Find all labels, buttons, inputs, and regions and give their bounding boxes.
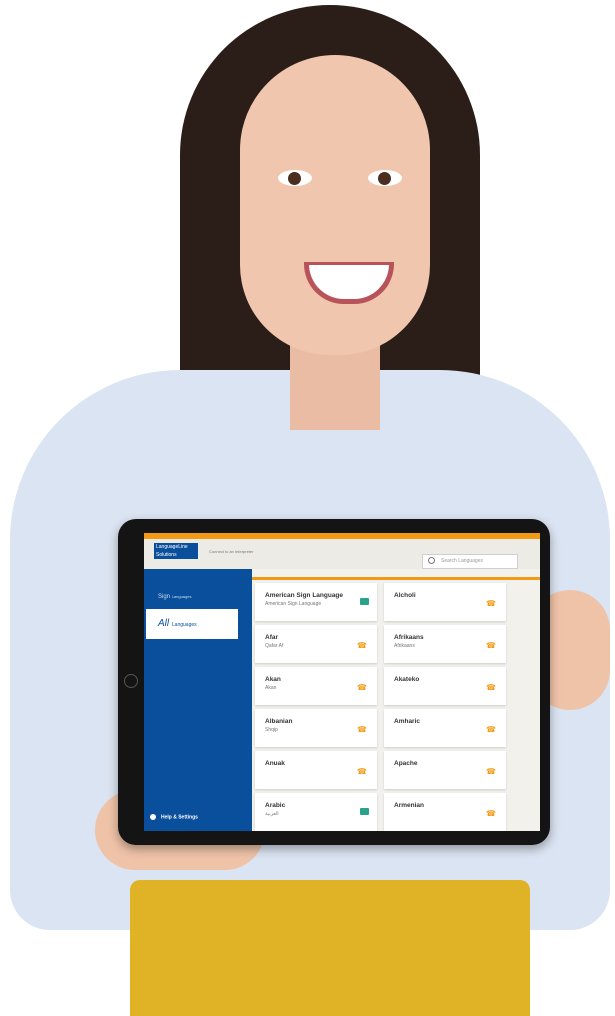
language-card[interactable]: Apache ☎: [384, 751, 506, 789]
language-name: Akan: [265, 676, 281, 683]
language-name: Apache: [394, 760, 418, 767]
help-settings-button[interactable]: Help & Settings: [150, 814, 198, 820]
language-native-name: American Sign Language: [265, 601, 322, 607]
phone-call-icon[interactable]: ☎: [486, 599, 496, 608]
app-screen: LanguageLine Solutions Connect to an Int…: [144, 533, 540, 831]
language-name: Armenian: [394, 802, 424, 809]
language-name: American Sign Language: [265, 592, 344, 599]
header-rule: [252, 577, 540, 580]
sidebar-item-label: Sign: [158, 594, 171, 600]
language-grid: American Sign Language American Sign Lang…: [255, 583, 539, 831]
language-card[interactable]: Alcholi ☎: [384, 583, 506, 621]
phone-call-icon[interactable]: ☎: [486, 767, 496, 776]
phone-call-icon[interactable]: ☎: [486, 641, 496, 650]
language-card[interactable]: Afrikaans Afrikaans ☎: [384, 625, 506, 663]
language-name: Afar: [265, 634, 279, 641]
phone-call-icon[interactable]: ☎: [357, 683, 367, 692]
language-card[interactable]: Afar Qafar Af ☎: [255, 625, 377, 663]
phone-call-icon[interactable]: ☎: [486, 809, 496, 818]
language-name: Arabic: [265, 802, 286, 809]
sidebar-item-sub: Languages: [171, 594, 192, 599]
language-native-name: Akan: [265, 685, 277, 691]
language-card[interactable]: Arabic العربية: [255, 793, 377, 831]
language-name: Afrikaans: [394, 634, 424, 641]
language-card[interactable]: Akateko ☎: [384, 667, 506, 705]
tagline: Connect to an Interpreter: [209, 549, 254, 554]
language-name: Alcholi: [394, 592, 416, 599]
phone-call-icon[interactable]: ☎: [486, 725, 496, 734]
language-name: Anuak: [265, 760, 285, 767]
language-name: Albanian: [265, 718, 293, 725]
search-input[interactable]: Search Languages: [422, 554, 518, 569]
language-native-name: العربية: [265, 811, 279, 817]
language-card[interactable]: Armenian ☎: [384, 793, 506, 831]
language-card[interactable]: Akan Akan ☎: [255, 667, 377, 705]
sidebar: Sign Languages All Languages Help & Sett…: [144, 569, 252, 831]
sidebar-item-sub: Languages: [171, 622, 197, 628]
language-card[interactable]: Amharic ☎: [384, 709, 506, 747]
background-photo: [0, 0, 615, 1016]
help-icon: [150, 814, 156, 820]
language-card[interactable]: Albanian Shqip ☎: [255, 709, 377, 747]
sidebar-item-all[interactable]: All Languages: [146, 609, 238, 639]
phone-call-icon[interactable]: ☎: [357, 767, 367, 776]
sidebar-item-sign[interactable]: Sign Languages: [158, 594, 191, 600]
help-label: Help & Settings: [161, 814, 198, 821]
face: [240, 55, 430, 355]
app-logo: LanguageLine Solutions: [154, 543, 198, 559]
right-eye: [368, 170, 402, 186]
language-card[interactable]: American Sign Language American Sign Lang…: [255, 583, 377, 621]
search-icon: [428, 557, 435, 564]
language-name: Akateko: [394, 676, 420, 683]
left-eye: [278, 170, 312, 186]
video-call-icon[interactable]: [360, 598, 369, 605]
language-card[interactable]: Anuak ☎: [255, 751, 377, 789]
phone-call-icon[interactable]: ☎: [357, 641, 367, 650]
skirt: [130, 880, 530, 1016]
phone-call-icon[interactable]: ☎: [357, 725, 367, 734]
home-button[interactable]: [124, 674, 138, 688]
sidebar-item-label: All: [158, 618, 170, 629]
language-native-name: Shqip: [265, 727, 278, 733]
top-bar: LanguageLine Solutions Connect to an Int…: [144, 533, 540, 569]
language-name: Amharic: [394, 718, 421, 725]
search-placeholder: Search Languages: [441, 558, 483, 564]
tablet-device: LanguageLine Solutions Connect to an Int…: [118, 519, 550, 845]
language-native-name: Afrikaans: [394, 643, 415, 649]
language-native-name: Qafar Af: [265, 643, 284, 649]
phone-call-icon[interactable]: ☎: [486, 683, 496, 692]
video-call-icon[interactable]: [360, 808, 369, 815]
